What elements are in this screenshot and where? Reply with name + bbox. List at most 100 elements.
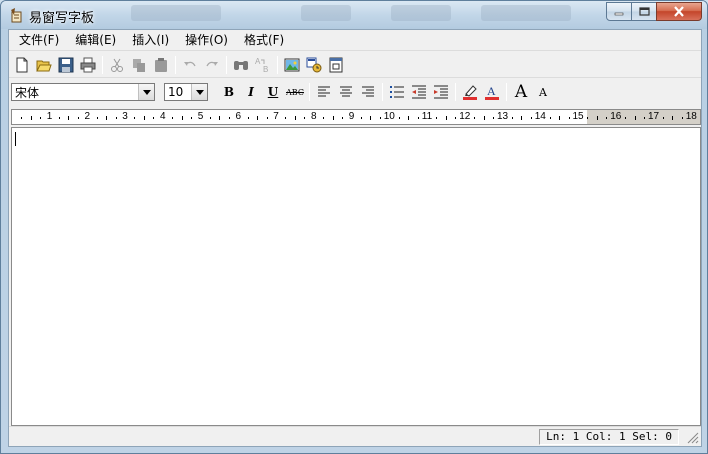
increase-indent-button[interactable] bbox=[430, 81, 452, 103]
ruler-tick bbox=[181, 116, 183, 120]
italic-button[interactable]: I bbox=[240, 81, 262, 103]
ruler-tick bbox=[530, 117, 532, 119]
maximize-button[interactable] bbox=[631, 2, 657, 21]
ruler-tick bbox=[549, 117, 551, 119]
close-button[interactable] bbox=[656, 2, 702, 21]
app-window: 易窗写字板 文件(F) 编辑(E) 插入(I) 操作(O) 格式(F) A B … bbox=[0, 0, 708, 454]
find-icon bbox=[234, 60, 248, 70]
font-name-select[interactable]: 宋体 bbox=[11, 83, 155, 101]
bold-button[interactable]: B bbox=[218, 81, 240, 103]
ruler-tick bbox=[58, 117, 60, 119]
toolbar-separator bbox=[455, 83, 456, 101]
replace-icon: AB bbox=[255, 57, 268, 74]
menu-operate[interactable]: 操作(O) bbox=[177, 30, 236, 51]
menu-bar: 文件(F) 编辑(E) 插入(I) 操作(O) 格式(F) bbox=[9, 30, 701, 51]
ruler-tick bbox=[294, 116, 296, 120]
font-color-icon: A bbox=[485, 84, 499, 100]
minimize-button[interactable] bbox=[606, 2, 632, 21]
align-left-button[interactable] bbox=[313, 81, 335, 103]
shrink-font-button[interactable]: A bbox=[532, 81, 554, 103]
menu-insert[interactable]: 插入(I) bbox=[124, 30, 177, 51]
insert-picture-button[interactable] bbox=[281, 54, 303, 76]
ruler-tick bbox=[304, 117, 306, 119]
copy-button[interactable] bbox=[128, 54, 150, 76]
paste-button[interactable] bbox=[150, 54, 172, 76]
strikethrough-button[interactable]: ABC bbox=[284, 81, 306, 103]
ruler-number: 11 bbox=[421, 111, 433, 122]
chevron-down-icon[interactable] bbox=[191, 84, 207, 100]
new-button[interactable] bbox=[11, 54, 33, 76]
copy-icon bbox=[133, 58, 145, 72]
ruler-number: 12 bbox=[459, 111, 471, 122]
ruler-tick bbox=[455, 117, 457, 119]
ruler-tick bbox=[379, 117, 381, 119]
status-bar: Ln: 1 Col: 1 Sel: 0 bbox=[9, 426, 701, 446]
font-color-button[interactable]: A bbox=[481, 81, 503, 103]
new-document-icon bbox=[16, 57, 28, 72]
decrease-indent-button[interactable] bbox=[408, 81, 430, 103]
ruler-tick bbox=[360, 117, 362, 119]
title-bar[interactable]: 易窗写字板 bbox=[1, 1, 707, 29]
save-button[interactable] bbox=[55, 54, 77, 76]
toolbar-separator bbox=[382, 83, 383, 101]
align-center-button[interactable] bbox=[335, 81, 357, 103]
ruler-number: 7 bbox=[273, 111, 279, 122]
insert-object-button[interactable] bbox=[303, 54, 325, 76]
find-button[interactable] bbox=[230, 54, 252, 76]
ruler-tick bbox=[106, 116, 108, 120]
resize-grip-icon[interactable] bbox=[685, 430, 699, 444]
menu-edit[interactable]: 编辑(E) bbox=[67, 30, 124, 51]
ruler-tick bbox=[672, 116, 674, 120]
ruler-tick bbox=[493, 117, 495, 119]
text-caret bbox=[15, 132, 16, 146]
print-button[interactable] bbox=[77, 54, 99, 76]
ruler-number: 17 bbox=[647, 111, 660, 122]
svg-text:A: A bbox=[487, 84, 496, 98]
underline-button[interactable]: U bbox=[262, 81, 284, 103]
cut-button[interactable] bbox=[106, 54, 128, 76]
align-center-icon bbox=[340, 86, 352, 97]
client-area: 文件(F) 编辑(E) 插入(I) 操作(O) 格式(F) A B 宋体 10 … bbox=[8, 29, 702, 447]
menu-file[interactable]: 文件(F) bbox=[11, 30, 67, 51]
menu-format[interactable]: 格式(F) bbox=[236, 30, 292, 51]
ruler-number: 6 bbox=[235, 111, 242, 122]
window-title: 易窗写字板 bbox=[29, 11, 95, 26]
ruler-number: 14 bbox=[534, 111, 546, 122]
font-name-value: 宋体 bbox=[15, 85, 40, 100]
undo-button[interactable] bbox=[179, 54, 201, 76]
ruler-tick bbox=[587, 117, 589, 119]
ruler-tick bbox=[606, 117, 608, 119]
highlight-button[interactable] bbox=[459, 81, 481, 103]
ruler-tick bbox=[370, 116, 372, 120]
ruler-tick bbox=[332, 116, 334, 120]
ruler-tick bbox=[445, 116, 447, 120]
redo-button[interactable] bbox=[201, 54, 223, 76]
ruler-number: 13 bbox=[496, 111, 509, 122]
bullets-button[interactable] bbox=[386, 81, 408, 103]
svg-text:B: B bbox=[263, 65, 268, 74]
replace-button[interactable]: AB bbox=[252, 54, 274, 76]
ruler-tick bbox=[398, 117, 400, 119]
ruler-tick bbox=[134, 117, 136, 119]
ruler-tick bbox=[172, 117, 174, 119]
font-size-value: 10 bbox=[168, 85, 184, 99]
bullet-list-icon bbox=[390, 86, 404, 98]
ruler-tick bbox=[228, 117, 230, 119]
ruler-number: 5 bbox=[197, 111, 204, 122]
insert-datetime-button[interactable] bbox=[325, 54, 347, 76]
align-right-button[interactable] bbox=[357, 81, 379, 103]
font-size-select[interactable]: 10 bbox=[164, 83, 208, 101]
ruler-tick bbox=[40, 117, 42, 119]
grow-font-button[interactable]: A bbox=[510, 81, 532, 103]
document-editor[interactable] bbox=[11, 127, 701, 426]
title-bar-background-blur bbox=[301, 5, 351, 21]
ruler-tick bbox=[511, 117, 513, 119]
open-button[interactable] bbox=[33, 54, 55, 76]
ruler-tick bbox=[21, 117, 23, 119]
ruler[interactable]: 1 2 3 4 5 6 7 8 9 10 11 12 13 14 15 16 17 18 bbox=[11, 109, 701, 125]
chevron-down-icon[interactable] bbox=[138, 84, 154, 100]
toolbar-separator bbox=[175, 55, 176, 74]
ruler-number: 8 bbox=[310, 111, 317, 122]
toolbar-separator bbox=[277, 55, 278, 74]
ruler-tick bbox=[209, 117, 211, 119]
